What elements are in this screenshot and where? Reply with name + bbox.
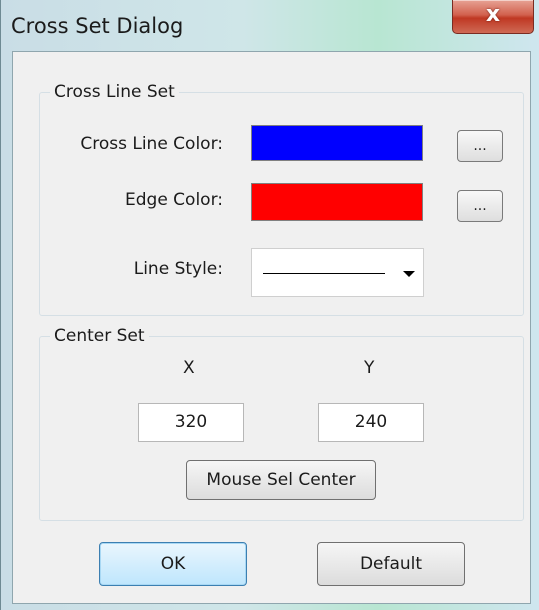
- edge-color-browse-button[interactable]: ...: [457, 190, 503, 222]
- center-x-input[interactable]: 320: [138, 403, 244, 442]
- cross-line-color-swatch: [251, 125, 423, 161]
- title-bar[interactable]: Cross Set Dialog x: [1, 0, 539, 50]
- dialog-client-area: Cross Line Set Cross Line Color: ... Edg…: [12, 51, 531, 604]
- mouse-sel-center-button[interactable]: Mouse Sel Center: [186, 460, 376, 500]
- dialog-window: Cross Set Dialog x Cross Line Set Cross …: [0, 0, 539, 610]
- line-style-dropdown[interactable]: [251, 248, 424, 297]
- x-label: X: [183, 358, 195, 378]
- cross-line-color-browse-button[interactable]: ...: [457, 130, 503, 162]
- line-style-preview: [263, 273, 385, 274]
- center-y-input[interactable]: 240: [318, 403, 424, 442]
- window-title: Cross Set Dialog: [11, 14, 184, 38]
- line-style-label: Line Style:: [133, 259, 223, 279]
- cross-line-color-label: Cross Line Color:: [80, 134, 223, 154]
- center-set-title: Center Set: [50, 326, 149, 346]
- cross-line-set-title: Cross Line Set: [50, 82, 179, 102]
- ok-button[interactable]: OK: [99, 542, 247, 586]
- close-button[interactable]: x: [452, 0, 534, 34]
- close-icon: x: [485, 2, 501, 27]
- edge-color-swatch: [251, 183, 423, 221]
- chevron-down-icon: [403, 271, 415, 277]
- y-label: Y: [364, 358, 375, 378]
- default-button[interactable]: Default: [317, 542, 465, 586]
- edge-color-label: Edge Color:: [125, 190, 223, 210]
